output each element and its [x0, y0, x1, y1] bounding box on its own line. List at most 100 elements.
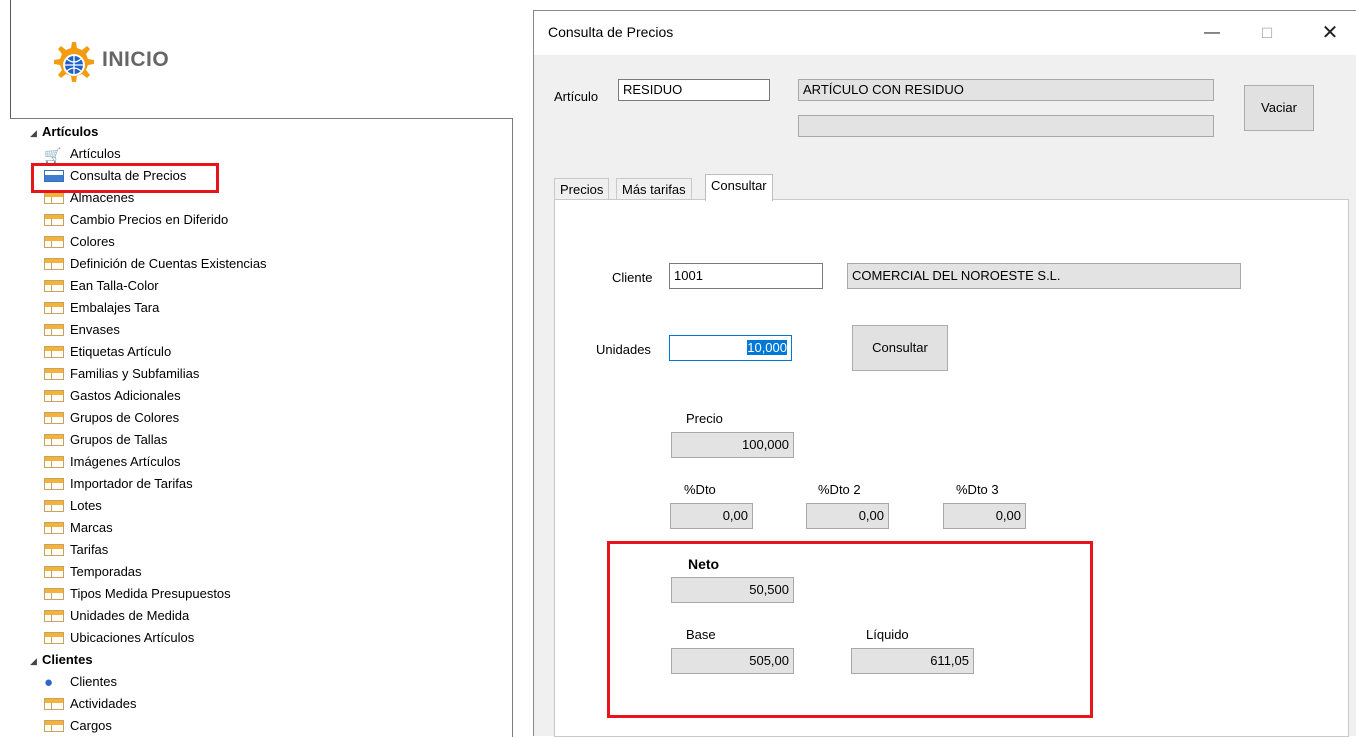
articulo-label: Artículo — [554, 89, 599, 104]
tree-item-label: Imágenes Artículos — [70, 454, 181, 469]
logo-title[interactable]: INICIO — [102, 48, 169, 72]
tree-item-label: Cargos — [70, 718, 112, 733]
tree-item-unidades-medida[interactable]: Unidades de Medida — [44, 605, 189, 627]
tree-item-lotes[interactable]: Lotes — [44, 495, 102, 517]
tree-item-tipos-medida[interactable]: Tipos Medida Presupuestos — [44, 583, 231, 605]
table-icon — [44, 301, 64, 314]
tree-item-label: Importador de Tarifas — [70, 476, 193, 491]
tree-item-label: Tipos Medida Presupuestos — [70, 586, 231, 601]
tree-item-label: Grupos de Tallas — [70, 432, 168, 447]
tree-item-label: Colores — [70, 234, 115, 249]
highlight-box-consulta — [31, 163, 219, 193]
dto-field: 0,00 — [670, 503, 753, 529]
table-icon — [44, 367, 64, 380]
dto2-field: 0,00 — [806, 503, 889, 529]
tree-item-marcas[interactable]: Marcas — [44, 517, 113, 539]
table-icon — [44, 631, 64, 644]
expand-triangle-icon[interactable]: ◢ — [30, 122, 42, 144]
title-bar[interactable]: Consulta de Precios — ☐ ✕ — [534, 11, 1356, 55]
tree-item-grupos-colores[interactable]: Grupos de Colores — [44, 407, 179, 429]
table-icon — [44, 235, 64, 248]
tree-item-label: Unidades de Medida — [70, 608, 190, 623]
tree-group-label: Clientes — [42, 652, 93, 667]
tree-item-tarifas[interactable]: Tarifas — [44, 539, 108, 561]
dialog-title: Consulta de Precios — [548, 24, 674, 40]
highlight-box-totals — [607, 541, 1093, 718]
table-icon — [44, 609, 64, 622]
cliente-label: Cliente — [612, 270, 653, 285]
tree-item-etiquetas-articulo[interactable]: Etiquetas Artículo — [44, 341, 171, 363]
tree-item-label: Grupos de Colores — [70, 410, 180, 425]
tree-item-envases[interactable]: Envases — [44, 319, 120, 341]
tree-item-label: Envases — [70, 322, 120, 337]
table-icon — [44, 719, 64, 732]
consultar-button[interactable]: Consultar — [852, 325, 948, 371]
dto3-label: %Dto 3 — [956, 482, 999, 497]
cliente-name-field: COMERCIAL DEL NOROESTE S.L. — [847, 263, 1241, 289]
tree-item-label: Embalajes Tara — [70, 300, 160, 315]
tree-item-definicion-cuentas[interactable]: Definición de Cuentas Existencias — [44, 253, 267, 275]
tree-item-colores[interactable]: Colores — [44, 231, 115, 253]
table-icon — [44, 565, 64, 578]
tree-item-label: Gastos Adicionales — [70, 388, 181, 403]
tree-item-articulos[interactable]: 🛒 Artículos — [44, 143, 121, 165]
table-icon — [44, 411, 64, 424]
articulo-description2-field — [798, 115, 1214, 137]
table-icon — [44, 455, 64, 468]
tree-item-label: Marcas — [70, 520, 113, 535]
tree-item-familias[interactable]: Familias y Subfamilias — [44, 363, 199, 385]
tree-item-imagenes-articulos[interactable]: Imágenes Artículos — [44, 451, 181, 473]
precio-label: Precio — [686, 411, 723, 426]
tree-item-actividades[interactable]: Actividades — [44, 693, 136, 715]
tree-item-cargos[interactable]: Cargos — [44, 715, 112, 737]
dto-label: %Dto — [684, 482, 716, 497]
minimize-button[interactable]: — — [1189, 11, 1235, 55]
table-icon — [44, 345, 64, 358]
tree-item-gastos-adicionales[interactable]: Gastos Adicionales — [44, 385, 181, 407]
table-icon — [44, 521, 64, 534]
tab-consultar[interactable]: Consultar — [705, 174, 773, 201]
table-icon — [44, 257, 64, 270]
expand-triangle-icon[interactable]: ◢ — [30, 650, 42, 672]
tree-item-label: Actividades — [70, 696, 137, 711]
unidades-value: 10,000 — [747, 340, 787, 355]
tree-item-label: Clientes — [70, 674, 117, 689]
tree-item-label: Tarifas — [70, 542, 109, 557]
tree-item-grupos-tallas[interactable]: Grupos de Tallas — [44, 429, 167, 451]
tree-item-temporadas[interactable]: Temporadas — [44, 561, 142, 583]
close-button[interactable]: ✕ — [1307, 11, 1353, 55]
articulo-description-field: ARTÍCULO CON RESIDUO — [798, 79, 1214, 101]
tree-group-label: Artículos — [42, 124, 99, 139]
cliente-code-input[interactable]: 1001 — [669, 263, 823, 289]
tree-item-importador-tarifas[interactable]: Importador de Tarifas — [44, 473, 193, 495]
tree-item-label: Etiquetas Artículo — [70, 344, 172, 359]
table-icon — [44, 477, 64, 490]
tree-item-label: Lotes — [70, 498, 102, 513]
unidades-input[interactable]: 10,000 — [669, 335, 792, 361]
tree-item-clientes[interactable]: ● Clientes — [44, 671, 117, 693]
table-icon — [44, 587, 64, 600]
table-icon — [44, 433, 64, 446]
tree-item-ubicaciones[interactable]: Ubicaciones Artículos — [44, 627, 194, 649]
articulo-code-input[interactable]: RESIDUO — [618, 79, 770, 101]
tab-precios[interactable]: Precios — [554, 178, 610, 200]
unidades-label: Unidades — [596, 342, 651, 357]
tree-item-label: Ubicaciones Artículos — [70, 630, 195, 645]
tree-item-label: Ean Talla-Color — [70, 278, 159, 293]
vaciar-button[interactable]: Vaciar — [1244, 85, 1314, 131]
tree-group-articulos[interactable]: ◢ Artículos — [30, 121, 98, 143]
tree-item-embalajes-tara[interactable]: Embalajes Tara — [44, 297, 159, 319]
navigation-tree[interactable]: ◢ Artículos 🛒 Artículos Consulta de Precio… — [10, 118, 513, 737]
tab-mas-tarifas[interactable]: Más tarifas — [616, 178, 692, 200]
table-icon — [44, 279, 64, 292]
tree-item-cambio-precios[interactable]: Cambio Precios en Diferido — [44, 209, 228, 231]
gear-logo-icon — [54, 42, 94, 82]
tree-group-clientes[interactable]: ◢ Clientes — [30, 649, 93, 671]
tree-item-label: Familias y Subfamilias — [70, 366, 200, 381]
table-icon — [44, 499, 64, 512]
tree-item-label: Definición de Cuentas Existencias — [70, 256, 267, 271]
table-icon — [44, 543, 64, 556]
tree-item-ean-talla-color[interactable]: Ean Talla-Color — [44, 275, 159, 297]
table-icon — [44, 697, 64, 710]
maximize-button[interactable]: ☐ — [1244, 11, 1290, 55]
